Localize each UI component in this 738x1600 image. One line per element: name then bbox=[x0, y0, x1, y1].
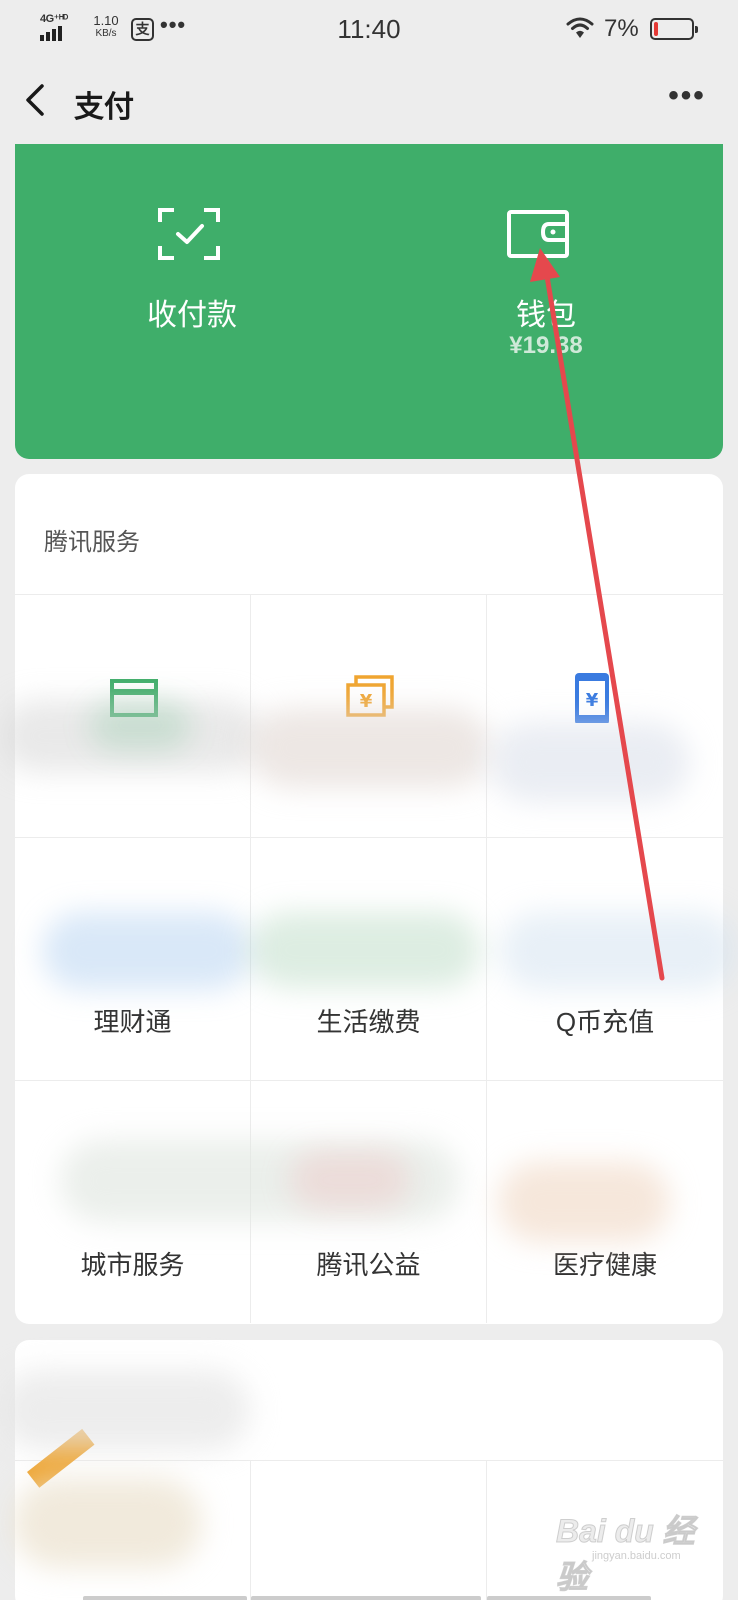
divider bbox=[250, 1460, 251, 1600]
nav-bar: 支付 ••• bbox=[0, 58, 738, 144]
wallet-button[interactable]: 钱包 ¥19.38 bbox=[369, 144, 723, 459]
item-placeholder bbox=[83, 1596, 247, 1600]
wallet-label: 钱包 bbox=[516, 299, 576, 332]
service-label: 城市服务 bbox=[80, 1250, 185, 1280]
scan-check-icon bbox=[158, 208, 220, 260]
section-title: 腾讯服务 bbox=[44, 529, 140, 556]
privacy-blur bbox=[500, 912, 738, 990]
divider bbox=[15, 1460, 723, 1461]
chevron-left-icon[interactable] bbox=[22, 80, 52, 120]
privacy-blur bbox=[498, 1162, 670, 1242]
status-bar: 4G⁺ᴴᴰ 1.10 KB/s 支 ••• 11:40 7% bbox=[0, 0, 738, 58]
collect-pay-label: 收付款 bbox=[147, 299, 237, 332]
service-label: 理财通 bbox=[93, 1007, 172, 1037]
privacy-blur bbox=[0, 1370, 250, 1450]
collect-pay-button[interactable]: 收付款 bbox=[15, 144, 369, 459]
privacy-blur bbox=[90, 700, 190, 750]
divider bbox=[486, 1460, 487, 1600]
privacy-blur bbox=[12, 1478, 202, 1568]
privacy-blur bbox=[250, 708, 490, 788]
service-label: 生活缴费 bbox=[316, 1007, 421, 1037]
battery-icon bbox=[650, 18, 698, 40]
more-options-button[interactable]: ••• bbox=[662, 80, 712, 120]
service-label: 医疗健康 bbox=[552, 1250, 657, 1280]
wallet-balance: ¥19.38 bbox=[509, 332, 583, 359]
privacy-blur bbox=[42, 912, 252, 990]
battery-level bbox=[654, 22, 658, 36]
payment-card: 收付款 钱包 ¥19.38 bbox=[15, 144, 723, 459]
wifi-icon bbox=[566, 17, 594, 38]
privacy-blur bbox=[490, 722, 690, 802]
wallet-icon bbox=[507, 210, 569, 258]
privacy-blur bbox=[250, 912, 480, 988]
baidu-watermark: Bai du 经验 jingyan.baidu.com bbox=[556, 1506, 706, 1596]
service-label: Q币充值 bbox=[555, 1007, 655, 1037]
battery-percent: 7% bbox=[604, 15, 639, 42]
svg-text:¥: ¥ bbox=[586, 690, 599, 711]
watermark-url: jingyan.baidu.com bbox=[592, 1550, 681, 1562]
item-placeholder bbox=[251, 1596, 481, 1600]
service-label: 腾讯公益 bbox=[316, 1250, 421, 1280]
page-title: 支付 bbox=[74, 91, 134, 124]
privacy-blur bbox=[290, 1150, 410, 1210]
phone-recharge-icon: ¥ bbox=[575, 673, 609, 723]
